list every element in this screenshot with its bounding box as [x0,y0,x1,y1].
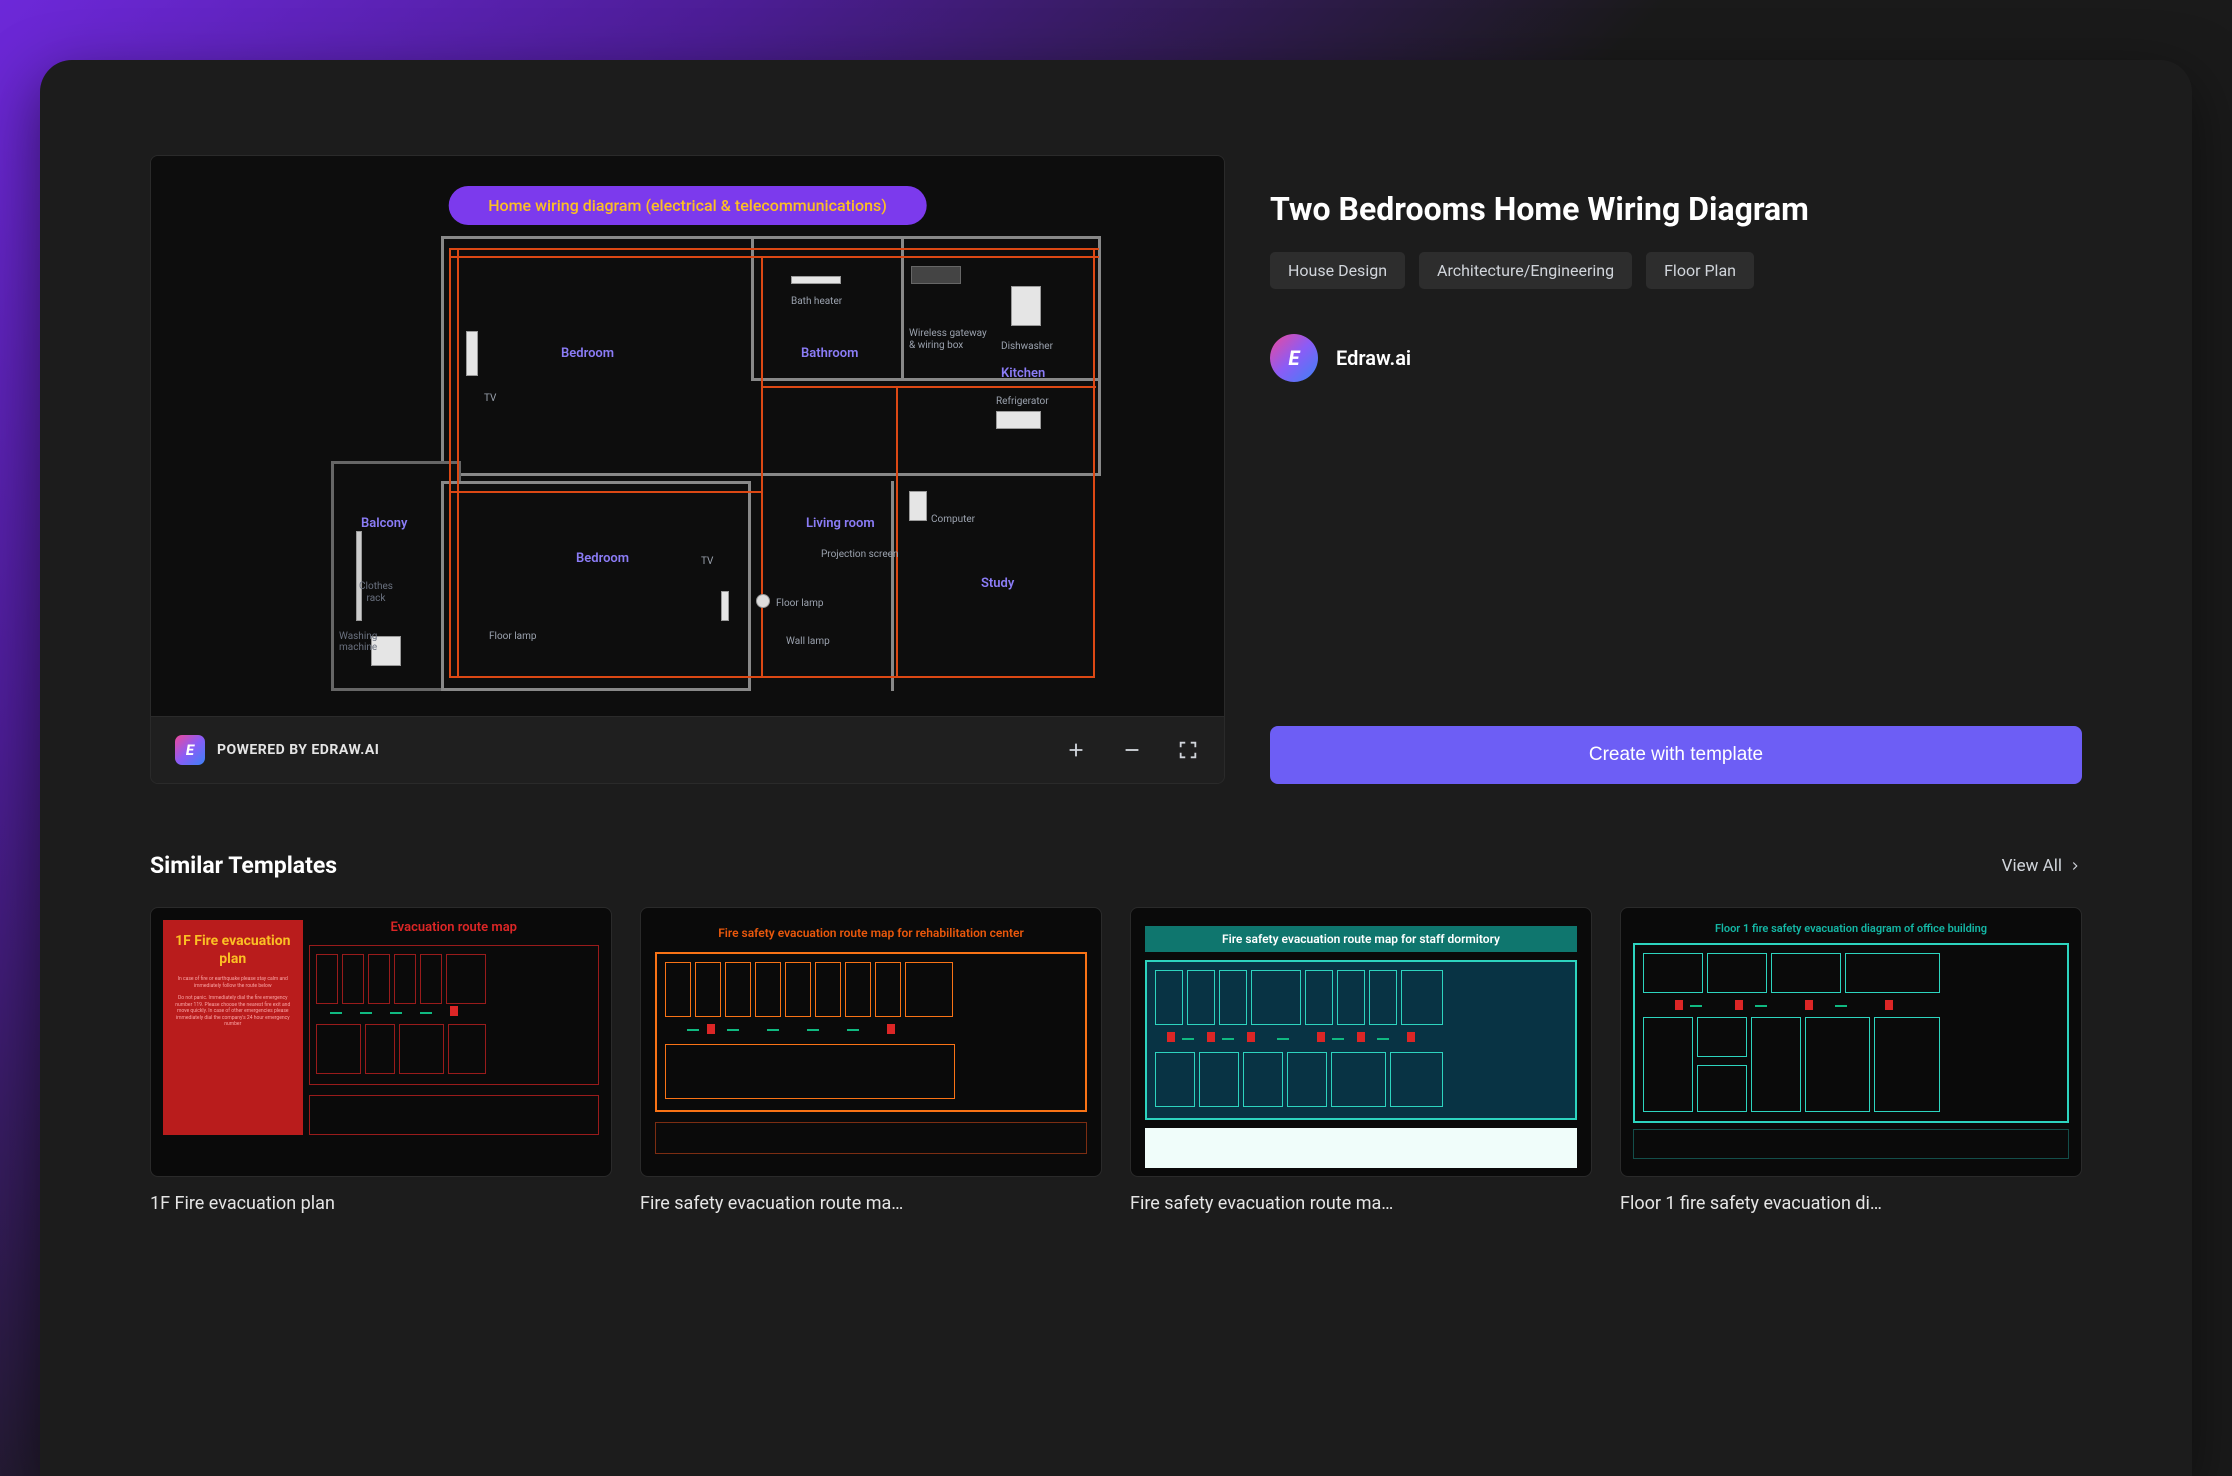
room-label-bedroom: Bedroom [561,346,614,361]
template-caption: Fire safety evacuation route ma… [640,1193,1102,1214]
wiring [457,248,459,678]
template-card[interactable]: Floor 1 fire safety evacuation diagram o… [1620,907,2082,1214]
room-label-kitchen: Kitchen [1001,366,1045,381]
device-label: Computer [931,514,975,525]
similar-templates-section: Similar Templates View All 1F Fire evacu… [150,852,2082,1214]
wiring [761,386,1096,388]
wiring [449,676,1093,678]
device-label: Floor lamp [776,598,824,609]
room-label-study: Study [981,576,1014,591]
wiring [896,386,898,676]
fullscreen-button[interactable] [1176,738,1200,762]
info-panel: Two Bedrooms Home Wiring Diagram House D… [1270,155,2082,784]
spacer [1270,382,2082,726]
device-floor-lamp [756,594,770,608]
device-label: Floor lamp [489,631,537,642]
room-outline [441,481,751,691]
thumb-title: Fire safety evacuation route map for sta… [1145,926,1577,952]
template-thumbnail: 1F Fire evacuation plan In case of fire … [150,907,612,1177]
create-with-template-button[interactable]: Create with template [1270,726,2082,784]
tag-house-design[interactable]: House Design [1270,252,1405,289]
wiring [1093,248,1095,678]
template-caption: 1F Fire evacuation plan [150,1193,612,1214]
floor-plan: Bedroom Bathroom Kitchen Living room Stu… [331,236,1174,686]
room-label-balcony: Balcony [361,516,407,531]
room-label-bathroom: Bathroom [801,346,858,361]
wall [751,378,1101,381]
zoom-in-button[interactable] [1064,738,1088,762]
device-label: Projection screen [821,549,898,560]
template-card[interactable]: 1F Fire evacuation plan In case of fire … [150,907,612,1214]
view-all-link[interactable]: View All [2002,856,2082,876]
device-refrigerator [996,411,1041,429]
fullscreen-icon [1177,739,1199,761]
template-title: Two Bedrooms Home Wiring Diagram [1270,190,2082,228]
view-all-label: View All [2002,856,2062,876]
avatar: E [1270,334,1318,382]
room-label-bedroom2: Bedroom [576,551,629,566]
template-grid: 1F Fire evacuation plan In case of fire … [150,907,2082,1214]
thumb-title: Fire safety evacuation route map for reh… [655,926,1087,940]
tag-list: House Design Architecture/Engineering Fl… [1270,252,2082,289]
author-name: Edraw.ai [1336,346,1411,370]
brand-icon: E [175,735,205,765]
main-content: Home wiring diagram (electrical & teleco… [150,155,2082,784]
template-card[interactable]: Fire safety evacuation route map for reh… [640,907,1102,1214]
powered-by-label: POWERED BY EDRAW.AI [217,742,379,758]
viewer-controls [1064,738,1200,762]
template-thumbnail: Fire safety evacuation route map for sta… [1130,907,1592,1177]
chevron-right-icon [2068,859,2082,873]
wiring [449,248,1099,250]
device-gateway [911,266,961,284]
wiring [761,256,763,676]
device-label: TV [701,556,713,567]
template-thumbnail: Floor 1 fire safety evacuation diagram o… [1620,907,2082,1177]
device-label: Wireless gateway & wiring box [909,328,989,352]
author-row[interactable]: E Edraw.ai [1270,334,2082,382]
device-label: Washing machine [339,631,384,653]
device-label: Clothes rack [351,581,401,605]
wiring [449,491,761,493]
device-bath-heater [791,276,841,284]
wall [891,481,894,691]
device-label: Bath heater [791,296,842,307]
device-label: Wall lamp [786,636,830,647]
tag-architecture-engineering[interactable]: Architecture/Engineering [1419,252,1632,289]
tag-floor-plan[interactable]: Floor Plan [1646,252,1754,289]
thumb-title: 1F Fire evacuation plan [171,932,295,968]
device-clothes-rack [356,531,362,621]
template-thumbnail: Fire safety evacuation route map for reh… [640,907,1102,1177]
template-card[interactable]: Fire safety evacuation route map for sta… [1130,907,1592,1214]
powered-by: E POWERED BY EDRAW.AI [175,735,379,765]
device-dishwasher [1011,286,1041,326]
room-outline [441,236,1101,476]
wiring [449,248,451,678]
diagram-title: Home wiring diagram (electrical & teleco… [448,186,927,225]
device-label: TV [484,393,496,404]
device-label: Dishwasher [1001,341,1053,352]
thumb-title: Floor 1 fire safety evacuation diagram o… [1633,922,2069,935]
diagram-viewport[interactable]: Home wiring diagram (electrical & teleco… [151,156,1224,716]
preview-panel: Home wiring diagram (electrical & teleco… [150,155,1225,784]
app-window: Home wiring diagram (electrical & teleco… [40,60,2192,1476]
similar-heading: Similar Templates [150,852,337,879]
thumb-subtitle: Evacuation route map [309,920,599,935]
device-computer [909,491,927,521]
plus-icon [1065,739,1087,761]
template-caption: Floor 1 fire safety evacuation di… [1620,1193,2082,1214]
preview-toolbar: E POWERED BY EDRAW.AI [151,716,1224,783]
room-label-living: Living room [806,516,875,531]
zoom-out-button[interactable] [1120,738,1144,762]
device-tv2 [721,591,729,621]
similar-header: Similar Templates View All [150,852,2082,879]
minus-icon [1121,739,1143,761]
device-tv [466,331,478,376]
template-caption: Fire safety evacuation route ma… [1130,1193,1592,1214]
wiring [449,256,1099,258]
device-label: Refrigerator [996,396,1049,407]
